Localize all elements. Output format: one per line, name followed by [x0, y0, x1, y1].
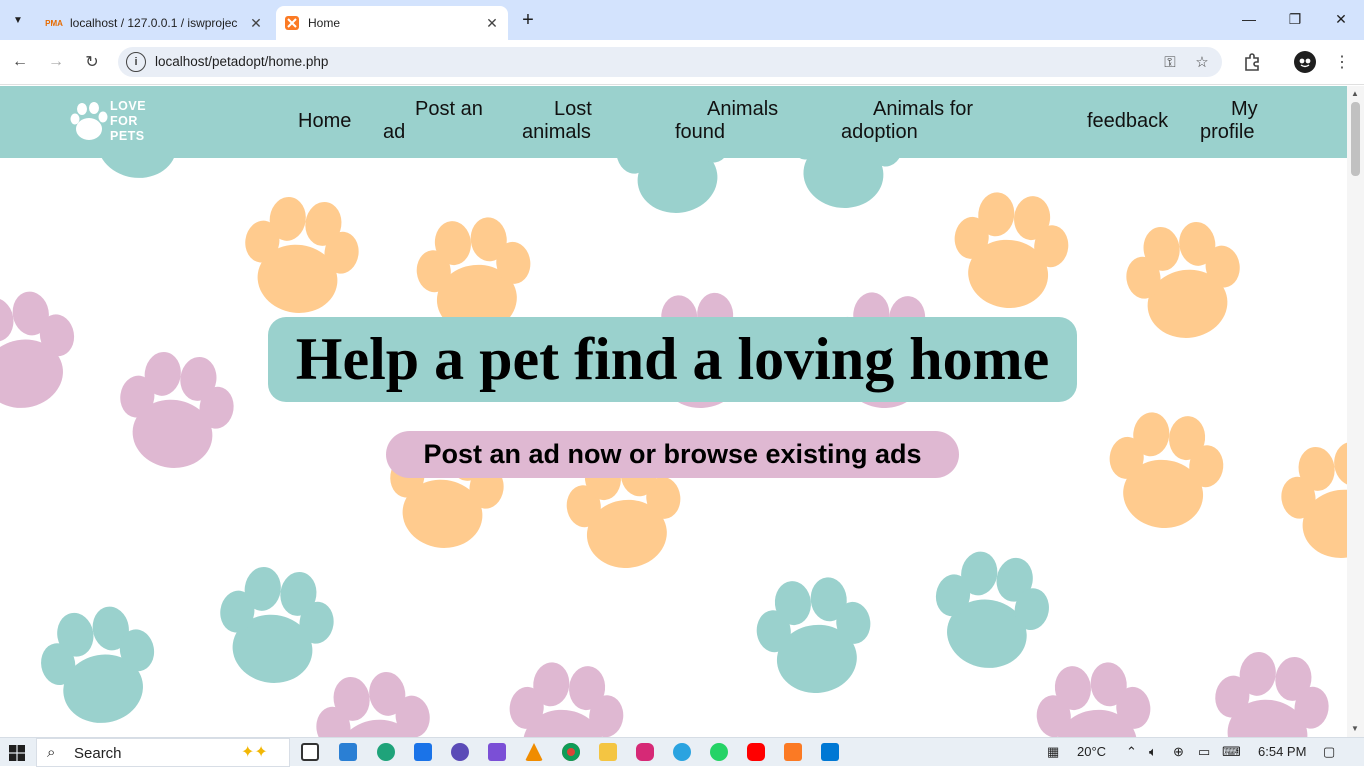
tab-home[interactable]: Home ✕ [276, 6, 508, 40]
visual-studio-icon[interactable] [488, 743, 506, 761]
file-explorer-icon[interactable] [599, 743, 617, 761]
nav-post-label-1: Post an [415, 98, 483, 120]
close-window-icon[interactable]: ✕ [1318, 0, 1364, 38]
network-globe-icon[interactable]: ⊕ [1173, 744, 1184, 760]
paw-print-background [0, 86, 1347, 737]
whatsapp-icon[interactable] [710, 743, 728, 761]
media-player-icon[interactable] [451, 743, 469, 761]
hero-title: Help a pet find a loving home [268, 317, 1077, 402]
tab-phpmyadmin[interactable]: PMA localhost / 127.0.0.1 / iswprojec ✕ [38, 6, 272, 40]
close-tab-icon[interactable]: ✕ [482, 13, 502, 33]
logo-line-1: LOVE [110, 99, 147, 113]
weather-icon[interactable]: ▦ [1047, 744, 1059, 760]
vlc-icon[interactable] [525, 743, 543, 761]
notifications-icon[interactable]: ▢ [1323, 744, 1335, 760]
search-icon: ⌕ [47, 744, 56, 761]
bookmark-star-icon[interactable]: ☆ [1191, 52, 1213, 72]
site-info-icon[interactable]: i [126, 52, 146, 72]
nav-profile-label-1: My [1231, 98, 1258, 120]
nav-feedback-label: feedback [1087, 110, 1169, 132]
microsoft-store-icon[interactable] [339, 743, 357, 761]
reload-icon[interactable]: ↻ [80, 50, 104, 74]
tab-search-icon[interactable]: ▼ [6, 8, 30, 32]
windows-taskbar: ⌕ Search ✦✦ ▦ 20°C ⌃ 🔈︎ ⊕ ▭ ⌨ 6:54 PM ▢ [0, 737, 1364, 767]
search-highlight-icon: ✦✦ [241, 744, 268, 761]
new-tab-button[interactable]: + [516, 8, 540, 32]
url-text[interactable]: localhost/petadopt/home.php [155, 54, 328, 69]
scroll-up-icon[interactable]: ▲ [1351, 89, 1359, 98]
tab-title: localhost / 127.0.0.1 / iswprojec [70, 16, 238, 30]
clock-time[interactable]: 6:54 PM [1258, 744, 1306, 759]
page-viewport: LOVE FOR PETS Home Post an ad Lost anima… [0, 86, 1347, 737]
nav-found-label-2: found [675, 121, 726, 143]
restore-icon[interactable]: ❐ [1272, 0, 1318, 38]
nav-lost-label-2: animals [522, 121, 591, 143]
chrome-icon[interactable] [562, 743, 580, 761]
tab-title: Home [308, 16, 341, 30]
scroll-thumb[interactable] [1351, 102, 1360, 176]
close-tab-icon[interactable]: ✕ [246, 13, 266, 33]
volume-icon[interactable]: 🔈︎ [1149, 744, 1157, 760]
youtube-icon[interactable] [747, 743, 765, 761]
minimize-icon[interactable]: — [1226, 0, 1272, 38]
nav-home-label: Home [298, 110, 352, 132]
nav-feedback[interactable]: feedback [1087, 110, 1168, 133]
hero-subtitle: Post an ad now or browse existing ads [386, 431, 959, 478]
nav-animals-found[interactable]: Animals found [675, 98, 785, 144]
search-label: Search [74, 745, 122, 762]
xampp-icon[interactable] [784, 743, 802, 761]
browser-toolbar: ← → ↻ i localhost/petadopt/home.php ⚿ ☆ … [0, 40, 1364, 85]
nav-post-label-2: ad [383, 121, 406, 143]
instagram-icon[interactable] [636, 743, 654, 761]
logo-line-3: PETS [110, 129, 145, 143]
extensions-icon[interactable] [1240, 50, 1264, 74]
nav-home[interactable]: Home [298, 110, 351, 133]
forward-icon[interactable]: → [44, 50, 68, 74]
back-icon[interactable]: ← [8, 50, 32, 74]
weather-temp[interactable]: 20°C [1077, 744, 1106, 759]
logo-line-2: FOR [110, 114, 138, 128]
edge-icon[interactable] [377, 743, 395, 761]
nav-found-label-1: Animals [707, 98, 779, 120]
nav-my-profile[interactable]: My profile [1200, 98, 1270, 144]
vscode-icon[interactable] [821, 743, 839, 761]
xampp-favicon-icon [284, 15, 300, 31]
nav-adoption-label-1: Animals for [873, 98, 974, 120]
phpmyadmin-favicon-icon: PMA [45, 18, 63, 28]
nav-adoption-label-2: adoption [841, 121, 918, 143]
love-for-pets-logo[interactable]: LOVE FOR PETS [70, 98, 160, 144]
windows-start-icon[interactable] [9, 745, 25, 761]
scroll-down-icon[interactable]: ▼ [1351, 724, 1359, 733]
profile-avatar-icon[interactable] [1294, 51, 1316, 73]
nav-profile-label-2: profile [1200, 121, 1255, 143]
address-bar[interactable]: i localhost/petadopt/home.php ⚿ ☆ [118, 47, 1222, 77]
task-view-icon[interactable] [301, 743, 319, 761]
keyboard-icon[interactable]: ⌨ [1222, 744, 1241, 760]
logo-text: LOVE FOR PETS [110, 99, 146, 144]
browser-menu-icon[interactable]: ⋮ [1330, 50, 1354, 74]
nav-animals-for-adoption[interactable]: Animals for adoption [841, 98, 981, 144]
paw-logo-icon [70, 102, 108, 140]
browser-titlebar: ▼ PMA localhost / 127.0.0.1 / iswprojec … [0, 0, 1364, 40]
password-key-icon[interactable]: ⚿ [1159, 52, 1181, 72]
nav-lost-animals[interactable]: Lost animals [522, 98, 602, 144]
telegram-icon[interactable] [673, 743, 691, 761]
site-header: LOVE FOR PETS Home Post an ad Lost anima… [0, 86, 1347, 158]
battery-icon[interactable]: ▭ [1198, 744, 1210, 760]
mail-icon[interactable] [414, 743, 432, 761]
taskbar-search-box[interactable]: ⌕ Search ✦✦ [36, 738, 290, 767]
nav-post-an-ad[interactable]: Post an ad [383, 98, 483, 144]
page-scrollbar[interactable]: ▲ ▼ [1347, 86, 1364, 737]
nav-lost-label-1: Lost [554, 98, 592, 120]
show-hidden-icons-icon[interactable]: ⌃ [1126, 744, 1137, 760]
